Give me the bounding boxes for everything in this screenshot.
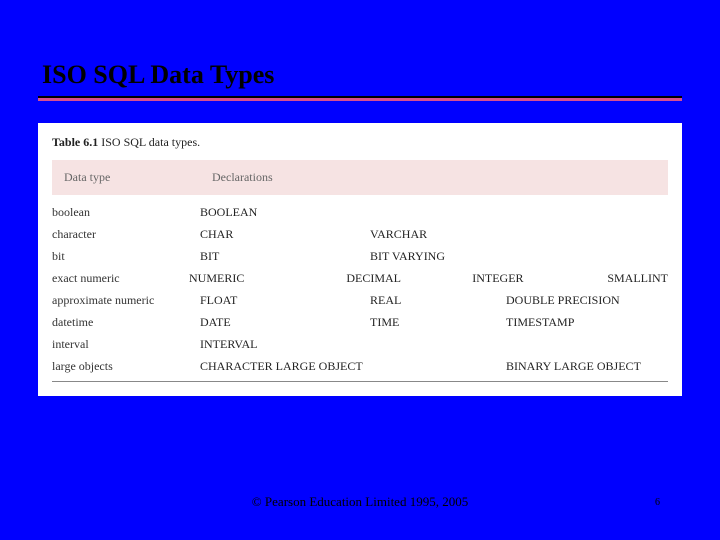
table-cell	[652, 249, 668, 264]
table-cell: boolean	[52, 205, 200, 220]
table-cell: large objects	[52, 359, 200, 374]
table-cell: TIME	[370, 315, 506, 330]
table-caption-label: Table 6.1	[52, 135, 98, 149]
table-cell	[652, 227, 668, 242]
table-cell: BIT VARYING	[370, 249, 506, 264]
table-cell: INTEGER	[472, 271, 607, 286]
table-cell: BOOLEAN	[200, 205, 370, 220]
table-header-col2: Declarations	[212, 170, 656, 185]
table-cell: CHARACTER LARGE OBJECT	[200, 359, 370, 374]
table-row: exact numericNUMERICDECIMALINTEGERSMALLI…	[52, 271, 668, 286]
table-cell	[652, 293, 668, 308]
table-cell: datetime	[52, 315, 200, 330]
table-header-col1: Data type	[64, 170, 212, 185]
table-cell: SMALLINT	[607, 271, 668, 286]
table-row: large objectsCHARACTER LARGE OBJECT BINAR…	[52, 359, 668, 374]
table-row: characterCHARVARCHAR	[52, 227, 668, 242]
table-cell	[652, 359, 668, 374]
table-cell	[506, 337, 652, 352]
table-cell: DECIMAL	[346, 271, 472, 286]
table-cell: TIMESTAMP	[506, 315, 652, 330]
title-underline-pink	[38, 98, 682, 101]
table-cell: DATE	[200, 315, 370, 330]
table-row: datetimeDATETIMETIMESTAMP	[52, 315, 668, 330]
table-cell: INTERVAL	[200, 337, 370, 352]
copyright-footer: © Pearson Education Limited 1995, 2005	[0, 494, 720, 510]
table-row: intervalINTERVAL	[52, 337, 668, 352]
table-cell: DOUBLE PRECISION	[506, 293, 652, 308]
table-cell: VARCHAR	[370, 227, 506, 242]
table-caption: Table 6.1 ISO SQL data types.	[52, 135, 668, 150]
table-cell	[506, 249, 652, 264]
table-cell: REAL	[370, 293, 506, 308]
table-cell: exact numeric	[52, 271, 189, 286]
table-row: booleanBOOLEAN	[52, 205, 668, 220]
table-cell	[370, 359, 506, 374]
table-cell: interval	[52, 337, 200, 352]
table-cell: character	[52, 227, 200, 242]
table-cell: BIT	[200, 249, 370, 264]
table-row: bitBITBIT VARYING	[52, 249, 668, 264]
table-cell	[370, 205, 506, 220]
table-bottom-rule	[52, 381, 668, 382]
table-cell: CHAR	[200, 227, 370, 242]
table-cell	[652, 205, 668, 220]
table-cell	[506, 205, 652, 220]
table-cell	[370, 337, 506, 352]
table-header: Data type Declarations	[52, 160, 668, 195]
table-cell	[506, 227, 652, 242]
table-cell: NUMERIC	[189, 271, 346, 286]
table-cell: FLOAT	[200, 293, 370, 308]
slide-title: ISO SQL Data Types	[0, 0, 720, 96]
table-figure: Table 6.1 ISO SQL data types. Data type …	[38, 123, 682, 396]
table-caption-text: ISO SQL data types.	[101, 135, 200, 149]
table-cell	[652, 315, 668, 330]
table-row: approximate numericFLOATREALDOUBLE PRECI…	[52, 293, 668, 308]
table-cell: approximate numeric	[52, 293, 200, 308]
table-cell: BINARY LARGE OBJECT	[506, 359, 652, 374]
table-cell: bit	[52, 249, 200, 264]
table-body: booleanBOOLEANcharacterCHARVARCHARbitBIT…	[52, 205, 668, 374]
page-number: 6	[655, 497, 660, 508]
table-cell	[652, 337, 668, 352]
